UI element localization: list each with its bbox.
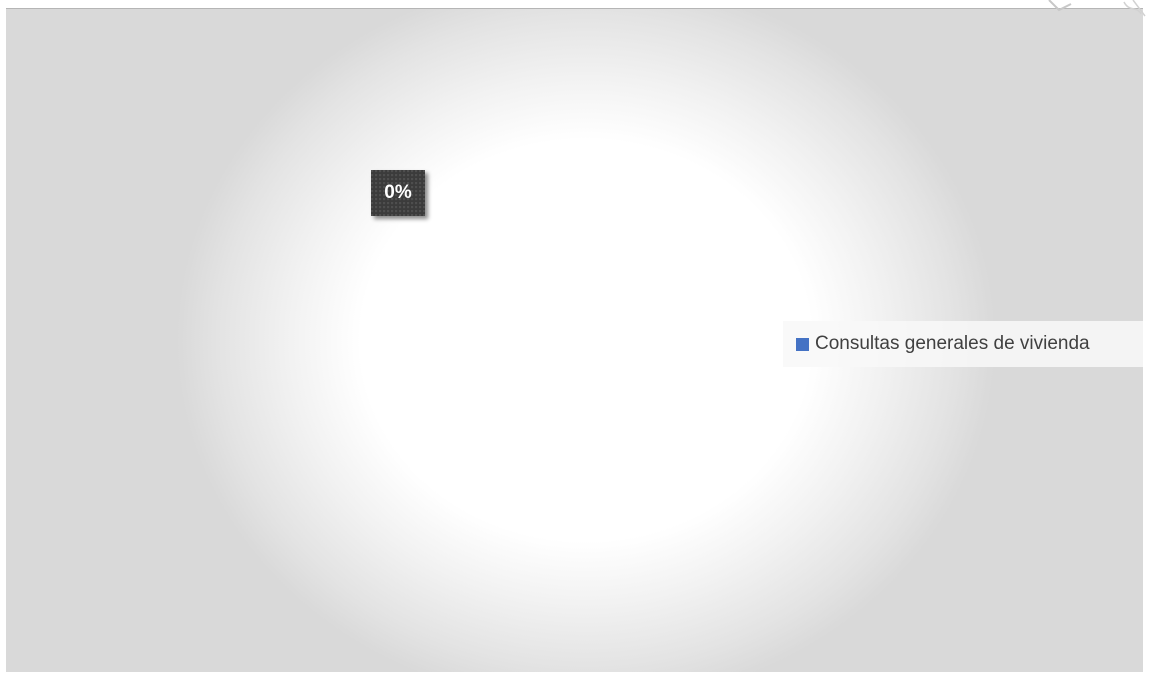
chart-area: 0% Consultas generales de vivienda bbox=[6, 8, 1143, 672]
legend-label-consultas: Consultas generales de vivienda bbox=[815, 333, 1090, 354]
watermark-fragment-icon bbox=[1048, 0, 1146, 17]
legend-swatch-consultas bbox=[796, 337, 809, 351]
data-label-consultas: 0% bbox=[371, 170, 425, 216]
legend: Consultas generales de vivienda bbox=[783, 321, 1143, 367]
